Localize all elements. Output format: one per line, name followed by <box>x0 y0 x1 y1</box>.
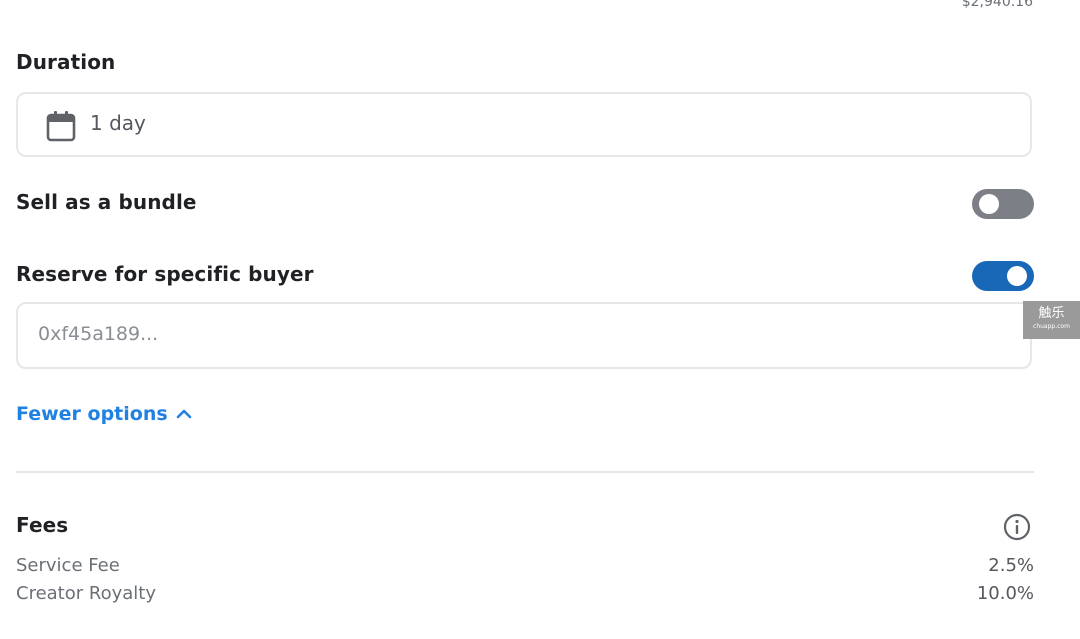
listing-settings-panel: $2,940.16 Duration 1 day Sell as a bundl… <box>0 0 1080 639</box>
buyer-address-field[interactable] <box>16 302 1032 369</box>
watermark-subtext: chuapp.com <box>1033 323 1070 330</box>
fewer-options-label: Fewer options <box>16 403 168 425</box>
bundle-label: Sell as a bundle <box>16 190 197 214</box>
fewer-options-button[interactable]: Fewer options <box>16 403 192 425</box>
calendar-icon <box>46 110 76 146</box>
fee-label: Creator Royalty <box>16 583 156 604</box>
info-icon[interactable] <box>1003 513 1031 545</box>
watermark: 触乐 chuapp.com <box>1023 301 1080 339</box>
reserve-label: Reserve for specific buyer <box>16 262 314 286</box>
toggle-knob <box>979 194 999 214</box>
fee-value: 10.0% <box>976 583 1034 604</box>
fee-value: 2.5% <box>988 555 1034 576</box>
duration-label: Duration <box>16 50 116 74</box>
bundle-toggle[interactable] <box>972 189 1034 219</box>
toggle-knob <box>1007 266 1027 286</box>
duration-selector[interactable]: 1 day <box>16 92 1032 157</box>
watermark-text: 触乐 <box>1038 306 1065 321</box>
fee-label: Service Fee <box>16 555 120 576</box>
section-divider <box>16 471 1034 473</box>
chevron-up-icon <box>176 403 192 425</box>
reserve-toggle[interactable] <box>972 261 1034 291</box>
fees-title: Fees <box>16 513 69 537</box>
buyer-address-input[interactable] <box>36 322 940 346</box>
price-total: $2,940.16 <box>961 0 1033 10</box>
duration-value: 1 day <box>90 111 146 135</box>
